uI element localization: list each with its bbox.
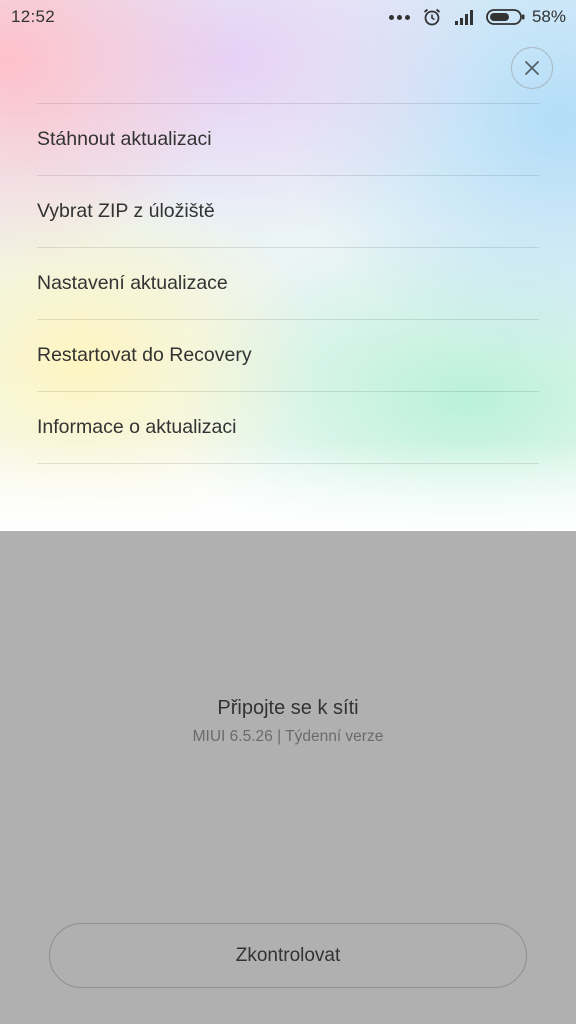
battery-icon — [486, 9, 525, 25]
menu-item-label: Vybrat ZIP z úložiště — [37, 200, 215, 222]
connection-info: Připojte se k síti MIUI 6.5.26 | Týdenní… — [0, 697, 576, 746]
menu-item-update-settings[interactable]: Nastavení aktualizace — [37, 248, 539, 320]
signal-icon — [454, 10, 473, 25]
battery-percent: 58% — [531, 7, 566, 26]
menu-item-download-update[interactable]: Stáhnout aktualizaci — [37, 104, 539, 176]
menu-item-label: Restartovat do Recovery — [37, 344, 252, 366]
version-label: MIUI 6.5.26 | Týdenní verze — [192, 728, 384, 745]
check-update-button[interactable]: Zkontrolovat — [49, 923, 527, 988]
menu-item-reboot-recovery[interactable]: Restartovat do Recovery — [37, 320, 539, 392]
status-icons: 58% — [388, 6, 566, 28]
update-menu: Stáhnout aktualizaci Vybrat ZIP z úložiš… — [37, 103, 539, 464]
menu-item-label: Nastavení aktualizace — [37, 272, 228, 294]
menu-item-label: Informace o aktualizaci — [37, 416, 237, 438]
close-icon — [525, 61, 539, 75]
menu-item-choose-zip[interactable]: Vybrat ZIP z úložiště — [37, 176, 539, 248]
check-update-label: Zkontrolovat — [235, 944, 341, 966]
status-bar: 12:52 58% — [0, 0, 576, 34]
status-time: 12:52 — [11, 7, 56, 26]
close-button[interactable] — [511, 47, 553, 89]
connection-message: Připojte se k síti — [217, 697, 359, 719]
menu-item-label: Stáhnout aktualizaci — [37, 128, 212, 150]
alarm-clock-icon — [423, 8, 441, 26]
menu-item-update-info[interactable]: Informace o aktualizaci — [37, 392, 539, 464]
more-dots-icon — [388, 14, 410, 20]
